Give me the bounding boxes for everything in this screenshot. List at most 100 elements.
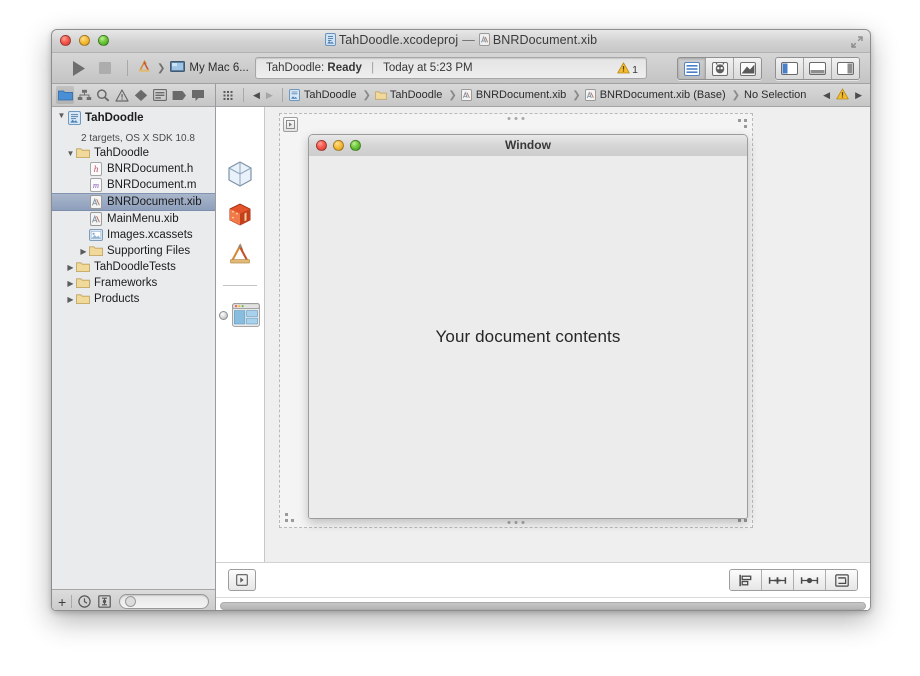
simulated-nswindow[interactable]: Window Your document contents [308, 134, 748, 519]
version-editor-button[interactable] [734, 58, 761, 79]
disclosure-triangle-right-icon[interactable]: ▶ [65, 279, 76, 288]
show-document-outline-button[interactable] [228, 569, 256, 591]
window-selection-frame[interactable]: Window Your document contents [279, 113, 753, 528]
breadcrumb-selection[interactable]: No Selection [744, 89, 806, 101]
status-warning-group[interactable]: 1 [617, 61, 638, 79]
recent-files-filter-icon[interactable] [77, 594, 92, 609]
related-items-icon[interactable] [221, 87, 237, 103]
scheme-app-icon [137, 59, 152, 77]
files-owner-placeholder[interactable] [225, 159, 255, 189]
xcassets-icon [89, 228, 103, 242]
tree-row-group-tahdoodle[interactable]: ▼ TahDoodle [52, 145, 215, 161]
frame-corner-handle-tr[interactable] [744, 119, 747, 122]
run-button[interactable] [66, 57, 92, 79]
navigator-tab-log[interactable] [189, 86, 207, 104]
scheme-chevron-icon: ❯ [157, 62, 166, 74]
tree-row-supporting-files[interactable]: ▶ Supporting Files [52, 243, 215, 259]
nswindow-content-view[interactable]: Your document contents [309, 156, 747, 518]
breadcrumb-group[interactable]: TahDoodle [374, 89, 443, 102]
editor-pane: ◀ ▶ TahDoodle ❯ TahDoodle ❯ BNRDocument.… [216, 84, 870, 610]
view-toggles-segment [775, 57, 860, 80]
window-thumbnail-icon[interactable] [231, 300, 261, 330]
resizing-behavior-button[interactable] [826, 570, 857, 590]
window-titlebar: TahDoodle.xcodeproj — BNRDocument.xib [52, 30, 870, 53]
disclosure-triangle-right-icon[interactable]: ▶ [78, 247, 89, 256]
window-object-row[interactable] [219, 300, 261, 330]
tree-row-frameworks[interactable]: ▶ Frameworks [52, 275, 215, 291]
tree-item-label: Images.xcassets [107, 229, 193, 241]
tree-row-bnrdocument-xib[interactable]: ▶ BNRDocument.xib [52, 193, 215, 211]
first-responder-placeholder[interactable] [225, 199, 255, 229]
standard-editor-button[interactable] [678, 58, 706, 79]
navigate-forward-button[interactable]: ▶ [263, 90, 276, 101]
source-control-filter-icon[interactable] [97, 594, 112, 609]
next-issue-button[interactable]: ▶ [852, 90, 865, 101]
tree-row-project[interactable]: ▼ TahDoodle [52, 110, 215, 133]
disclosure-triangle-down-icon[interactable]: ▼ [65, 149, 76, 158]
frame-bottom-handle[interactable] [507, 521, 525, 524]
disclosure-triangle-down-icon[interactable]: ▼ [56, 111, 67, 120]
frame-corner-handle-bl3[interactable] [285, 513, 288, 516]
navigator-tab-breakpoint[interactable] [170, 86, 188, 104]
tree-item-label: BNRDocument.xib [107, 196, 202, 208]
frame-corner-handle-tr2[interactable] [738, 119, 741, 122]
navigator-tab-symbol[interactable] [75, 86, 93, 104]
interface-builder-canvas[interactable]: Window Your document contents [265, 107, 870, 562]
filter-clear-icon[interactable] [125, 596, 137, 607]
frame-corner-handle-tr3[interactable] [744, 125, 747, 128]
window-title-dash: — [462, 33, 475, 47]
toggle-navigator-button[interactable] [776, 58, 804, 79]
activity-status-bar: TahDoodle: Ready | Today at 5:23 PM 1 [255, 57, 647, 79]
status-project-name: TahDoodle: [266, 62, 325, 74]
toggle-debug-area-button[interactable] [804, 58, 832, 79]
tree-row-tahdoodletests[interactable]: ▶ TahDoodleTests [52, 259, 215, 275]
navigator-tab-find[interactable] [94, 86, 112, 104]
warning-triangle-icon[interactable] [836, 87, 849, 103]
scheme-selector[interactable]: ❯ My Mac 6... [137, 59, 249, 77]
breadcrumb-file-base[interactable]: BNRDocument.xib (Base) [585, 89, 726, 102]
application-placeholder[interactable] [225, 239, 255, 269]
horizontal-scrollbar[interactable] [216, 597, 870, 610]
nswindow-title: Window [505, 138, 551, 152]
breadcrumb-project[interactable]: TahDoodle [289, 89, 356, 102]
resolve-autolayout-issues-button[interactable] [794, 570, 826, 590]
breadcrumb-file[interactable]: BNRDocument.xib [461, 89, 566, 102]
frame-corner-handle-br2[interactable] [738, 519, 741, 522]
frame-corner-handle-br[interactable] [744, 519, 747, 522]
tree-item-label: Products [94, 293, 140, 305]
tree-row-bnrdocument-m[interactable]: ▶ m BNRDocument.m [52, 177, 215, 193]
navigator-tab-issue[interactable] [113, 86, 131, 104]
breadcrumb-label: TahDoodle [389, 89, 443, 101]
navigator-tab-test[interactable] [132, 86, 150, 104]
window-title-project: TahDoodle.xcodeproj [338, 33, 459, 47]
project-navigator-tree: ▼ TahDoodle 2 targets, OS X SDK 10.8 ▼ T… [52, 107, 215, 589]
navigator-tab-project[interactable] [56, 86, 74, 104]
fullscreen-button[interactable] [851, 35, 863, 48]
assistant-editor-button[interactable] [706, 58, 734, 79]
add-file-button[interactable]: + [58, 595, 66, 609]
breadcrumb-chevron-icon: ❯ [731, 89, 741, 101]
tree-row-products[interactable]: ▶ Products [52, 291, 215, 307]
toggle-utilities-button[interactable] [832, 58, 859, 79]
disclosure-triangle-right-icon[interactable]: ▶ [65, 295, 76, 304]
pin-button[interactable] [762, 570, 794, 590]
xib-file-icon [461, 89, 473, 102]
source-file-icon: m [89, 178, 103, 192]
tree-row-mainmenu-xib[interactable]: ▶ MainMenu.xib [52, 211, 215, 227]
navigator-tab-debug[interactable] [151, 86, 169, 104]
align-button[interactable] [730, 570, 762, 590]
disclosure-triangle-right-icon[interactable]: ▶ [65, 263, 76, 272]
navigate-back-button[interactable]: ◀ [250, 90, 263, 101]
tree-row-bnrdocument-h[interactable]: ▶ h BNRDocument.h [52, 161, 215, 177]
frame-corner-handle-bl[interactable] [285, 519, 288, 522]
stop-button[interactable] [92, 57, 118, 79]
window-resize-toggle[interactable] [283, 117, 298, 132]
breadcrumb-label: BNRDocument.xib (Base) [599, 89, 726, 101]
horizontal-scrollbar-thumb[interactable] [220, 601, 866, 610]
frame-corner-handle-bl2[interactable] [291, 519, 294, 522]
frame-top-handle[interactable] [507, 117, 525, 120]
tree-row-images-xcassets[interactable]: ▶ Images.xcassets [52, 227, 215, 243]
navigator-filter-bar: + [52, 589, 215, 610]
previous-issue-button[interactable]: ◀ [820, 90, 833, 101]
filter-input[interactable] [119, 594, 209, 609]
